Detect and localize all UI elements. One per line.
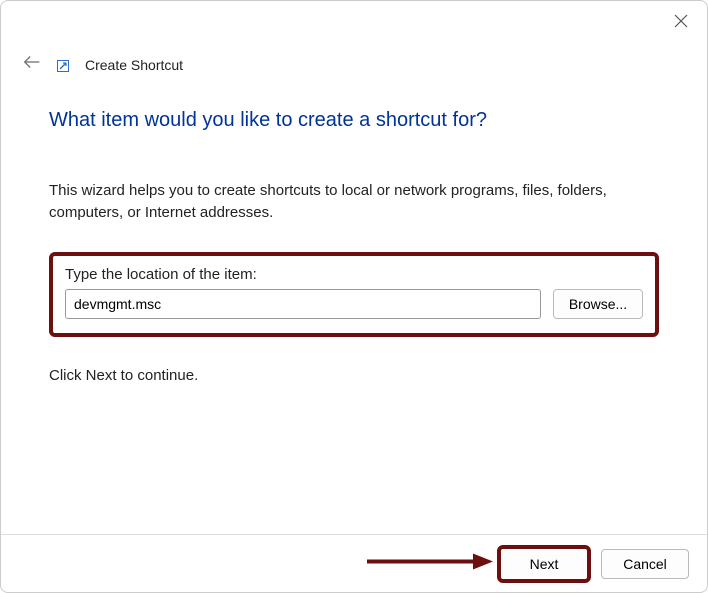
close-button[interactable]	[673, 13, 689, 34]
continue-instruction: Click Next to continue.	[49, 367, 659, 384]
header-row: Create Shortcut	[21, 51, 183, 78]
location-input[interactable]	[65, 289, 541, 319]
location-group-highlight: Type the location of the item: Browse...	[49, 252, 659, 337]
close-icon	[673, 16, 689, 33]
cancel-button[interactable]: Cancel	[601, 549, 689, 579]
browse-button[interactable]: Browse...	[553, 289, 643, 319]
back-arrow-icon[interactable]	[21, 51, 43, 78]
content-area: What item would you like to create a sho…	[49, 109, 659, 384]
annotation-arrow-icon	[365, 551, 495, 576]
wizard-description: This wizard helps you to create shortcut…	[49, 180, 659, 224]
shortcut-icon	[57, 59, 69, 71]
location-label: Type the location of the item:	[65, 266, 643, 283]
header-title: Create Shortcut	[85, 57, 183, 73]
next-button[interactable]: Next	[497, 545, 591, 583]
location-row: Browse...	[65, 289, 643, 319]
wizard-question: What item would you like to create a sho…	[49, 109, 659, 132]
footer-bar: Next Cancel	[1, 534, 707, 592]
